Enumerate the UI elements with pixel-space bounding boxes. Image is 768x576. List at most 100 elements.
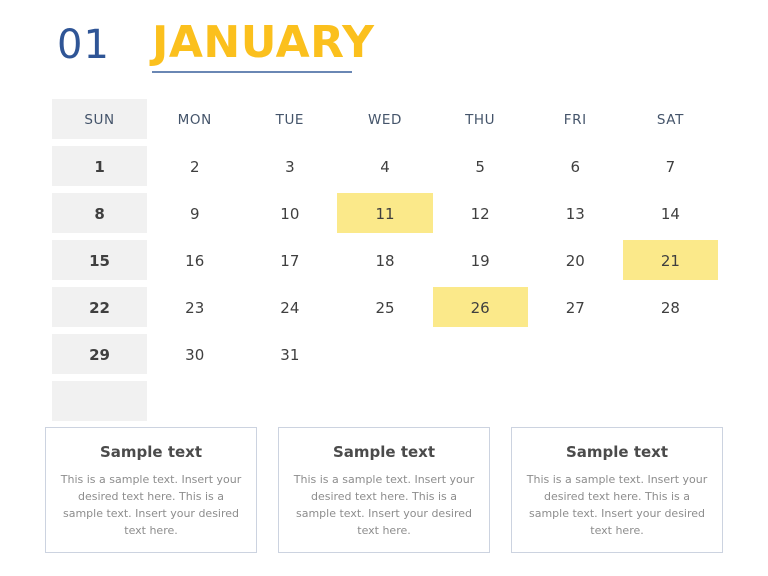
calendar-day-cell[interactable]: 16 — [147, 237, 242, 284]
title-underline — [152, 71, 352, 73]
calendar-day-cell[interactable]: 18 — [337, 237, 432, 284]
cell-background — [623, 381, 718, 421]
day-number: 20 — [565, 251, 585, 270]
note-body: This is a sample text. Insert your desir… — [60, 473, 242, 537]
day-number: 23 — [185, 298, 205, 317]
day-number: 14 — [660, 204, 680, 223]
note-box[interactable]: Sample text This is a sample text. Insert… — [278, 427, 490, 553]
day-number: 24 — [280, 298, 300, 317]
day-number: 7 — [665, 157, 676, 176]
calendar-empty-cell — [337, 331, 432, 378]
calendar-day-cell[interactable]: 23 — [147, 284, 242, 331]
calendar-day-cell[interactable]: 9 — [147, 190, 242, 237]
calendar-day-cell[interactable]: 8 — [52, 190, 148, 237]
calendar-grid: SUN MON TUE WED THU FRI SAT 1 2 3 4 5 6 7 8 9 10 11 12 13 1… — [52, 96, 718, 425]
month-number: 01 — [57, 22, 110, 68]
calendar-empty-cell — [623, 331, 718, 378]
calendar-day-cell[interactable]: 25 — [337, 284, 432, 331]
day-number: 21 — [660, 251, 680, 270]
day-number: 18 — [375, 251, 395, 270]
calendar-empty-cell — [528, 378, 623, 425]
day-number: 8 — [94, 204, 105, 223]
calendar-week-row: 1 2 3 4 5 6 7 — [52, 143, 718, 190]
calendar-header: 01 JANUARY — [0, 0, 768, 92]
day-number: 13 — [565, 204, 585, 223]
note-body: This is a sample text. Insert your desir… — [526, 473, 708, 537]
calendar-week-row: 15 16 17 18 19 20 21 — [52, 237, 718, 284]
calendar-day-cell[interactable]: 28 — [623, 284, 718, 331]
calendar-empty-cell — [433, 378, 528, 425]
calendar-empty-cell — [337, 378, 432, 425]
cell-background — [337, 334, 432, 374]
cell-background — [528, 334, 623, 374]
calendar-day-cell[interactable]: 30 — [147, 331, 242, 378]
calendar-day-cell[interactable]: 14 — [623, 190, 718, 237]
day-number: 31 — [280, 345, 300, 364]
day-of-week-label: TUE — [275, 111, 305, 128]
calendar-day-cell[interactable]: 19 — [433, 237, 528, 284]
calendar-day-cell[interactable]: 27 — [528, 284, 623, 331]
note-boxes: Sample text This is a sample text. Insert… — [45, 427, 723, 553]
calendar-day-cell[interactable]: 21 — [622, 237, 718, 284]
month-name-title: JANUARY — [152, 17, 375, 68]
day-of-week-label: SAT — [656, 111, 684, 128]
calendar-day-cell[interactable]: 22 — [52, 284, 148, 331]
day-number: 29 — [89, 345, 110, 364]
calendar-day-cell[interactable]: 7 — [623, 143, 718, 190]
note-box[interactable]: Sample text This is a sample text. Insert… — [511, 427, 723, 553]
day-of-week-label: THU — [465, 111, 496, 128]
day-of-week-sat: SAT — [623, 96, 718, 143]
day-number: 10 — [280, 204, 300, 223]
day-number: 26 — [470, 298, 490, 317]
calendar-day-cell[interactable]: 20 — [528, 237, 623, 284]
day-of-week-thu: THU — [433, 96, 528, 143]
calendar-day-cell[interactable]: 15 — [52, 237, 148, 284]
calendar-day-cell[interactable]: 10 — [242, 190, 337, 237]
day-number: 2 — [189, 157, 200, 176]
calendar-day-cell[interactable]: 31 — [242, 331, 337, 378]
day-number: 28 — [660, 298, 680, 317]
day-of-week-sun: SUN — [52, 96, 148, 143]
calendar-day-cell[interactable]: 3 — [242, 143, 337, 190]
calendar-day-cell[interactable]: 4 — [337, 143, 432, 190]
note-title: Sample text — [565, 443, 669, 461]
day-number: 17 — [280, 251, 300, 270]
day-of-week-label: SUN — [84, 111, 115, 128]
calendar-day-cell[interactable]: 12 — [433, 190, 528, 237]
calendar-day-cell[interactable]: 5 — [433, 143, 528, 190]
calendar-empty-cell — [623, 378, 718, 425]
day-of-week-header-row: SUN MON TUE WED THU FRI SAT — [52, 96, 718, 143]
cell-background — [528, 381, 623, 421]
day-number: 11 — [375, 204, 395, 223]
calendar-day-cell[interactable]: 13 — [528, 190, 623, 237]
calendar-day-cell[interactable]: 29 — [52, 331, 148, 378]
day-number: 6 — [570, 157, 581, 176]
cell-background — [433, 381, 528, 421]
calendar-week-row: 29 30 31 — [52, 331, 718, 378]
day-number: 30 — [185, 345, 205, 364]
day-number: 9 — [189, 204, 200, 223]
day-of-week-label: FRI — [563, 111, 587, 128]
calendar-day-cell[interactable]: 26 — [432, 284, 528, 331]
note-box[interactable]: Sample text This is a sample text. Insert… — [45, 427, 257, 553]
calendar-day-cell[interactable]: 1 — [52, 143, 148, 190]
day-number: 15 — [89, 251, 110, 270]
day-of-week-tue: TUE — [242, 96, 337, 143]
cell-background — [52, 381, 148, 421]
day-number: 19 — [470, 251, 490, 270]
calendar-day-cell[interactable]: 24 — [242, 284, 337, 331]
calendar-day-cell[interactable]: 2 — [147, 143, 242, 190]
cell-background — [433, 334, 528, 374]
calendar-week-row: 8 9 10 11 12 13 14 — [52, 190, 718, 237]
day-number: 27 — [565, 298, 585, 317]
calendar-empty-cell — [528, 331, 623, 378]
calendar-empty-cell — [147, 378, 242, 425]
note-body: This is a sample text. Insert your desir… — [293, 473, 475, 537]
day-of-week-label: MON — [177, 111, 212, 128]
day-of-week-mon: MON — [147, 96, 242, 143]
calendar-day-cell[interactable]: 6 — [528, 143, 623, 190]
calendar-day-cell[interactable]: 17 — [242, 237, 337, 284]
calendar-day-cell[interactable]: 11 — [337, 190, 433, 237]
calendar-week-row: 22 23 24 25 26 27 28 — [52, 284, 718, 331]
day-of-week-label: WED — [367, 111, 403, 128]
